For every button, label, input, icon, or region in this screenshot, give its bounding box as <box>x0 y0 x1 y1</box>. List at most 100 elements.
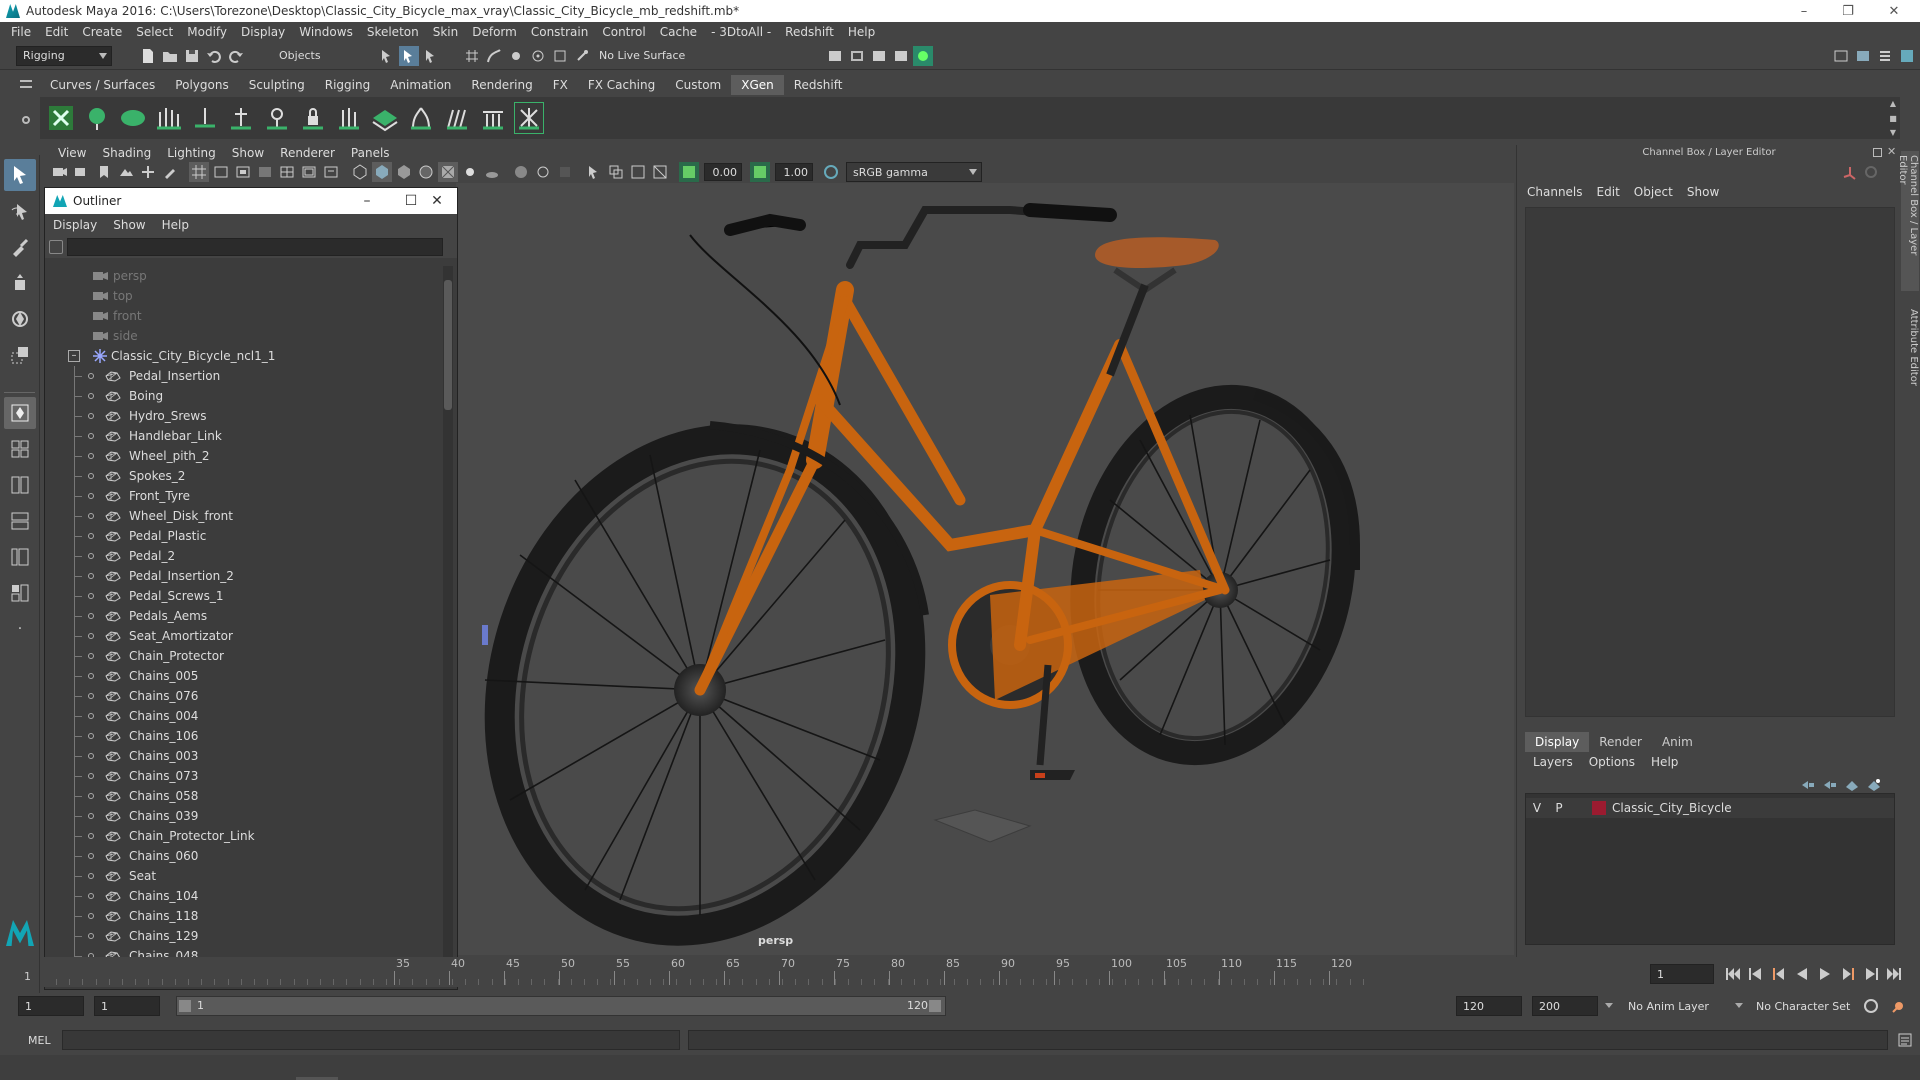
smooth-shade-icon[interactable] <box>372 162 392 182</box>
groom-comb-icon[interactable] <box>442 102 472 134</box>
toggle-tool-settings-icon[interactable] <box>1875 46 1895 66</box>
outliner-mesh-row[interactable]: Chains_060 <box>49 846 439 866</box>
step-back-frame-icon[interactable] <box>1746 965 1766 983</box>
close-button[interactable]: ✕ <box>1872 0 1916 22</box>
layout-single-pane-icon[interactable] <box>4 397 36 429</box>
film-gate-icon[interactable] <box>211 162 231 182</box>
expand-dot-icon[interactable] <box>88 813 94 819</box>
outliner-mesh-row[interactable]: Chains_004 <box>49 706 439 726</box>
snap-to-grid-icon[interactable] <box>462 46 482 66</box>
menu-display[interactable]: Display <box>234 25 292 39</box>
go-to-start-icon[interactable] <box>1723 965 1743 983</box>
save-scene-icon[interactable] <box>182 46 202 66</box>
step-back-key-icon[interactable] <box>1769 965 1789 983</box>
anti-aliasing-icon[interactable] <box>555 162 575 182</box>
use-default-material-icon[interactable] <box>394 162 414 182</box>
scene-start-field[interactable]: 1 <box>18 996 84 1016</box>
gamma-field[interactable]: 1.00 <box>775 163 813 181</box>
outliner-mesh-row[interactable]: Chain_Protector <box>49 646 439 666</box>
outliner-mesh-row[interactable]: Chains_039 <box>49 806 439 826</box>
time-slider[interactable]: 35 40 45 50 55 60 65 70 75 80 85 90 95 100 105 110 115 12… <box>44 957 1644 987</box>
scale-tool-icon[interactable] <box>4 339 36 371</box>
menu-deform[interactable]: Deform <box>465 25 524 39</box>
xgen-editor-icon[interactable] <box>46 102 76 134</box>
outliner-vertical-scrollbar[interactable] <box>443 266 453 966</box>
menu-control[interactable]: Control <box>595 25 652 39</box>
command-input[interactable] <box>62 1030 680 1050</box>
motion-blur-icon[interactable] <box>533 162 553 182</box>
layer-tab-display[interactable]: Display <box>1525 732 1590 752</box>
outliner-mesh-row[interactable]: Pedal_Plastic <box>49 526 439 546</box>
gate-mask-icon[interactable] <box>255 162 275 182</box>
outliner-mesh-row[interactable]: Chains_118 <box>49 906 439 926</box>
new-scene-icon[interactable] <box>138 46 158 66</box>
screen-space-ao-icon[interactable] <box>511 162 531 182</box>
menu-skeleton[interactable]: Skeleton <box>360 25 426 39</box>
restore-button[interactable]: ❐ <box>1826 0 1870 22</box>
expand-dot-icon[interactable] <box>88 753 94 759</box>
render-toggle-icon[interactable] <box>913 45 934 66</box>
create-description-icon[interactable] <box>82 102 112 134</box>
rotate-tool-icon[interactable] <box>4 303 36 335</box>
view-transform-dropdown[interactable]: sRGB gamma <box>846 162 982 182</box>
panel-menu-shading[interactable]: Shading <box>94 146 159 160</box>
shelf-scroll-icon[interactable]: ▲ ■ ▼ <box>1888 99 1898 137</box>
layer-menu-options[interactable]: Options <box>1589 755 1635 769</box>
side-tab-channel-box[interactable]: Channel Box / Layer Editor <box>1897 151 1919 291</box>
menu-select[interactable]: Select <box>129 25 180 39</box>
toggle-channel-box-icon[interactable] <box>1897 46 1917 66</box>
menu-redshift[interactable]: Redshift <box>778 25 841 39</box>
shelf-tab-rendering[interactable]: Rendering <box>461 75 542 95</box>
expand-dot-icon[interactable] <box>88 893 94 899</box>
layout-outliner-persp-icon[interactable] <box>4 505 36 537</box>
channel-box-menu-channels[interactable]: Channels <box>1527 185 1583 199</box>
menu-cache[interactable]: Cache <box>653 25 704 39</box>
expand-dot-icon[interactable] <box>88 533 94 539</box>
expand-dot-icon[interactable] <box>88 713 94 719</box>
expand-dot-icon[interactable] <box>88 733 94 739</box>
play-forwards-icon[interactable] <box>1815 965 1835 983</box>
undo-icon[interactable] <box>204 46 224 66</box>
outliner-mesh-row[interactable]: Chains_003 <box>49 746 439 766</box>
use-all-lights-icon[interactable] <box>460 162 480 182</box>
mode-dropdown[interactable]: Rigging <box>16 45 112 66</box>
shelf-settings-icon[interactable] <box>22 116 30 124</box>
outliner-camera-front[interactable]: front <box>49 306 439 326</box>
toggle-attribute-editor-icon[interactable] <box>1853 46 1873 66</box>
outliner-mesh-row[interactable]: Chains_073 <box>49 766 439 786</box>
outliner-close-button[interactable]: ✕ <box>415 188 459 214</box>
outliner-mesh-row[interactable]: Chains_106 <box>49 726 439 746</box>
current-frame-field[interactable]: 1 <box>1650 964 1714 984</box>
menu-file[interactable]: File <box>4 25 38 39</box>
menu-constrain[interactable]: Constrain <box>524 25 596 39</box>
anim-layer-dropdown[interactable]: No Anim Layer <box>1620 996 1740 1016</box>
select-by-hierarchy-icon[interactable] <box>377 46 397 66</box>
render-current-frame-icon[interactable] <box>869 46 889 66</box>
expand-dot-icon[interactable] <box>88 833 94 839</box>
go-to-end-icon[interactable] <box>1884 965 1904 983</box>
move-tool-icon[interactable] <box>4 267 36 299</box>
shelf-tab-animation[interactable]: Animation <box>380 75 461 95</box>
shelf-tab-fx-caching[interactable]: FX Caching <box>578 75 665 95</box>
image-plane-icon[interactable] <box>116 162 136 182</box>
ipr-render-icon[interactable] <box>891 46 911 66</box>
outliner-mesh-row[interactable]: Chains_058 <box>49 786 439 806</box>
sculpt-guides-icon[interactable] <box>226 102 256 134</box>
shelf-menu-icon[interactable] <box>20 80 32 88</box>
gamma-toggle-icon[interactable] <box>750 162 770 182</box>
select-camera-icon[interactable] <box>50 162 70 182</box>
animation-preferences-icon[interactable] <box>1889 996 1909 1016</box>
wireframe-on-shaded-icon[interactable] <box>416 162 436 182</box>
bicycle-model[interactable] <box>456 183 1514 955</box>
grease-pencil-icon[interactable] <box>160 162 180 182</box>
rebuild-guides-icon[interactable] <box>262 102 292 134</box>
snap-to-projected-center-icon[interactable] <box>528 46 548 66</box>
outliner-mesh-row[interactable]: Chains_129 <box>49 926 439 946</box>
lasso-tool-icon[interactable] <box>4 195 36 227</box>
channel-box-menu-object[interactable]: Object <box>1634 185 1673 199</box>
expand-dot-icon[interactable] <box>88 773 94 779</box>
textured-icon[interactable] <box>438 162 458 182</box>
outliner-mesh-row[interactable]: Handlebar_Link <box>49 426 439 446</box>
outliner-menu-show[interactable]: Show <box>105 218 153 232</box>
expand-dot-icon[interactable] <box>88 653 94 659</box>
